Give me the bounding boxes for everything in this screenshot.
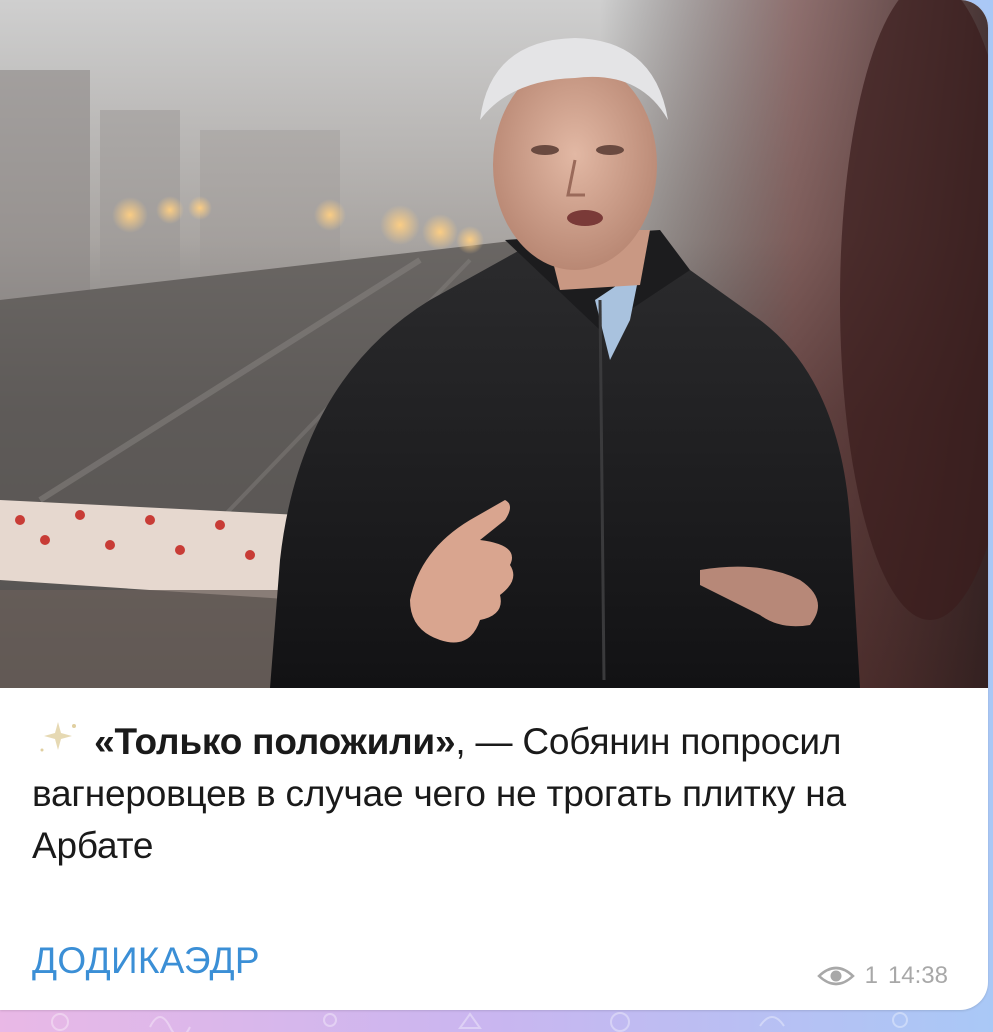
post-time: 14:38	[887, 962, 948, 989]
sparkle-icon	[40, 722, 76, 752]
post-meta: 1 14:38	[816, 962, 948, 990]
author-signature[interactable]: ДОДИКАЭДР	[32, 940, 260, 982]
caption-quote: «Только положили»	[94, 721, 456, 762]
eye-icon	[816, 966, 855, 986]
post-photo[interactable]	[0, 0, 988, 688]
channel-post[interactable]: «Только положили», — Собянин попросил ва…	[0, 0, 988, 1010]
views-count: 1	[864, 962, 878, 989]
photo-illustration	[0, 0, 988, 688]
post-caption: «Только положили», — Собянин попросил ва…	[32, 716, 952, 872]
